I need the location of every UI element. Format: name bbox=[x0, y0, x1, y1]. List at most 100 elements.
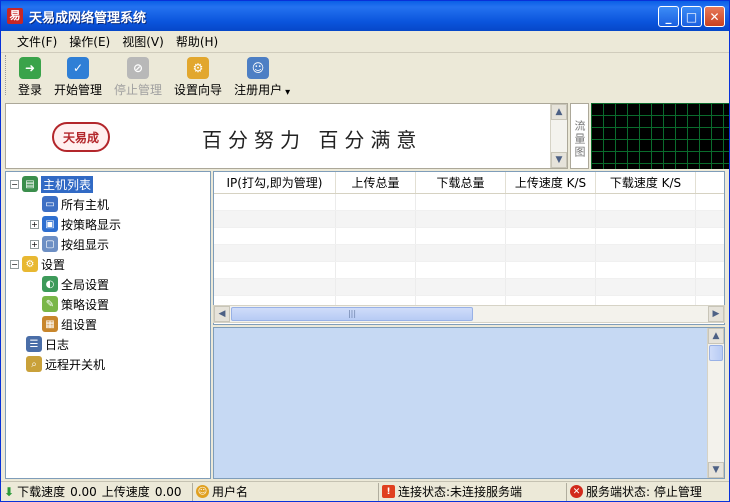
speed-status: ⬇ 下载速度 0.00 上传速度 0.00 bbox=[1, 482, 193, 501]
expand-icon[interactable]: + bbox=[30, 239, 39, 249]
banner-scrollbar[interactable]: ▲ ▼ bbox=[550, 104, 567, 168]
log-pane: ▲ ▼ bbox=[213, 327, 725, 479]
table-row[interactable] bbox=[214, 245, 724, 262]
download-arrow-icon: ⬇ bbox=[4, 484, 15, 499]
maximize-button[interactable]: □ bbox=[681, 6, 702, 27]
scroll-right-icon[interactable]: ▶ bbox=[708, 306, 724, 322]
menu-bar: 文件(F) 操作(E) 视图(V) 帮助(H) bbox=[1, 31, 729, 53]
login-icon: ➜ bbox=[19, 57, 41, 79]
column-header-ip[interactable]: IP(打勾,即为管理) bbox=[214, 172, 336, 193]
tree-item-group-display[interactable]: + ▢ 按组显示 bbox=[6, 234, 210, 254]
column-header-filler bbox=[696, 172, 724, 193]
column-header-upload-speed[interactable]: 上传速度 K/S bbox=[506, 172, 596, 193]
banner-slogan: 百分努力 百分满意 bbox=[202, 128, 423, 152]
table-row[interactable] bbox=[214, 262, 724, 279]
horizontal-scroll-thumb[interactable]: ||| bbox=[231, 307, 473, 321]
download-speed-label: 下载速度 bbox=[17, 485, 66, 499]
tree-label: 全局设置 bbox=[61, 277, 110, 292]
user-status: ☺ 用户名 bbox=[193, 482, 379, 501]
group-display-icon: ▢ bbox=[42, 236, 58, 252]
table-body bbox=[214, 194, 724, 313]
tree-label: 策略设置 bbox=[61, 297, 110, 312]
tree-label: 按组显示 bbox=[61, 237, 110, 252]
column-header-download-total[interactable]: 下载总量 bbox=[416, 172, 506, 193]
collapse-icon[interactable]: − bbox=[10, 179, 19, 189]
start-manage-button[interactable]: ✓ 开始管理 bbox=[48, 55, 108, 100]
tree-label: 设置 bbox=[41, 257, 66, 272]
upload-speed-label: 上传速度 bbox=[101, 485, 150, 499]
tree-item-group-settings[interactable]: ▦ 组设置 bbox=[6, 314, 210, 334]
log-icon: ☰ bbox=[26, 336, 42, 352]
wizard-icon: ⚙ bbox=[187, 57, 210, 79]
tree-item-host-list[interactable]: − ▤ 主机列表 bbox=[6, 174, 210, 194]
scroll-up-icon[interactable]: ▲ bbox=[551, 104, 567, 120]
table-row[interactable] bbox=[214, 211, 724, 228]
collapse-icon[interactable]: − bbox=[10, 259, 19, 269]
minimize-button[interactable]: _ bbox=[658, 6, 679, 27]
navigation-tree: − ▤ 主机列表 ▭ 所有主机 + ▣ 按策略显示 + ▢ 按组显示 − ⚙ 设… bbox=[5, 171, 211, 479]
tree-item-remote-power[interactable]: ⌕ 远程开关机 bbox=[6, 354, 210, 374]
start-manage-label: 开始管理 bbox=[54, 83, 103, 97]
table-row[interactable] bbox=[214, 194, 724, 211]
username-label: 用户名 bbox=[212, 485, 249, 499]
error-icon: ✕ bbox=[570, 485, 583, 498]
user-register-icon: ☺ bbox=[247, 57, 270, 79]
tree-item-policy-settings[interactable]: ✎ 策略设置 bbox=[6, 294, 210, 314]
all-hosts-icon: ▭ bbox=[42, 196, 58, 212]
tree-item-log[interactable]: ☰ 日志 bbox=[6, 334, 210, 354]
scroll-left-icon[interactable]: ◀ bbox=[214, 306, 230, 322]
warning-icon: ! bbox=[382, 485, 395, 498]
title-bar[interactable]: 易 天易成网络管理系统 _ □ ✕ bbox=[1, 1, 729, 31]
menu-view[interactable]: 视图(V) bbox=[116, 33, 170, 50]
host-table: IP(打勾,即为管理) 上传总量 下载总量 上传速度 K/S 下载速度 K/S bbox=[213, 171, 725, 325]
tree-item-settings[interactable]: − ⚙ 设置 bbox=[6, 254, 210, 274]
column-header-upload-total[interactable]: 上传总量 bbox=[336, 172, 416, 193]
scroll-down-icon[interactable]: ▼ bbox=[551, 152, 567, 168]
tree-item-all-hosts[interactable]: ▭ 所有主机 bbox=[6, 194, 210, 214]
traffic-graph-label: 流量图 bbox=[570, 103, 589, 169]
scroll-up-icon[interactable]: ▲ bbox=[708, 328, 724, 344]
vertical-scroll-thumb[interactable] bbox=[709, 345, 723, 361]
table-horizontal-scrollbar[interactable]: ◀ ||| ▶ bbox=[213, 305, 725, 323]
toolbar: ➜ 登录 ✓ 开始管理 ⊘ 停止管理 ⚙ 设置向导 ☺ 注册用户 ▾ bbox=[5, 55, 296, 101]
connection-status: ! 连接状态:未连接服务端 bbox=[379, 482, 567, 501]
tree-label: 日志 bbox=[45, 337, 70, 352]
setup-wizard-label: 设置向导 bbox=[174, 83, 223, 97]
tree-label: 远程开关机 bbox=[45, 357, 106, 372]
stop-manage-button[interactable]: ⊘ 停止管理 bbox=[108, 55, 168, 100]
table-row[interactable] bbox=[214, 279, 724, 296]
app-logo-icon[interactable]: 易 bbox=[7, 8, 23, 24]
tree-item-global-settings[interactable]: ◐ 全局设置 bbox=[6, 274, 210, 294]
group-settings-icon: ▦ bbox=[42, 316, 58, 332]
menu-file[interactable]: 文件(F) bbox=[11, 33, 63, 50]
table-row[interactable] bbox=[214, 228, 724, 245]
host-list-icon: ▤ bbox=[22, 176, 38, 192]
setup-wizard-button[interactable]: ⚙ 设置向导 bbox=[168, 55, 228, 100]
remote-power-icon: ⌕ bbox=[26, 356, 42, 372]
traffic-graph bbox=[591, 103, 729, 169]
menu-operate[interactable]: 操作(E) bbox=[63, 33, 116, 50]
register-dropdown-icon[interactable]: ▾ bbox=[285, 87, 290, 98]
login-button[interactable]: ➜ 登录 bbox=[12, 55, 48, 100]
register-user-label: 注册用户 bbox=[234, 83, 283, 97]
expand-icon[interactable]: + bbox=[30, 219, 39, 229]
user-icon: ☺ bbox=[196, 485, 209, 498]
table-header: IP(打勾,即为管理) 上传总量 下载总量 上传速度 K/S 下载速度 K/S bbox=[214, 172, 724, 194]
app-window: 易 天易成网络管理系统 _ □ ✕ 文件(F) 操作(E) 视图(V) 帮助(H… bbox=[0, 0, 730, 502]
window-title: 天易成网络管理系统 bbox=[29, 10, 147, 26]
tree-label: 主机列表 bbox=[41, 175, 94, 193]
tree-label: 按策略显示 bbox=[61, 217, 122, 232]
download-speed-value: 0.00 bbox=[70, 484, 97, 499]
close-button[interactable]: ✕ bbox=[704, 6, 725, 27]
menu-help[interactable]: 帮助(H) bbox=[170, 33, 224, 50]
register-user-button[interactable]: ☺ 注册用户 ▾ bbox=[228, 55, 296, 100]
scroll-down-icon[interactable]: ▼ bbox=[708, 462, 724, 478]
tree-item-policy-display[interactable]: + ▣ 按策略显示 bbox=[6, 214, 210, 234]
server-status: ✕ 服务端状态: 停止管理 bbox=[567, 483, 729, 501]
banner: 天易成 百分努力 百分满意 ▲ ▼ bbox=[5, 103, 568, 169]
settings-folder-icon: ⚙ bbox=[22, 256, 38, 272]
toolbar-grip[interactable] bbox=[5, 55, 8, 95]
column-header-download-speed[interactable]: 下载速度 K/S bbox=[596, 172, 696, 193]
policy-settings-icon: ✎ bbox=[42, 296, 58, 312]
log-vertical-scrollbar[interactable]: ▲ ▼ bbox=[707, 328, 724, 478]
